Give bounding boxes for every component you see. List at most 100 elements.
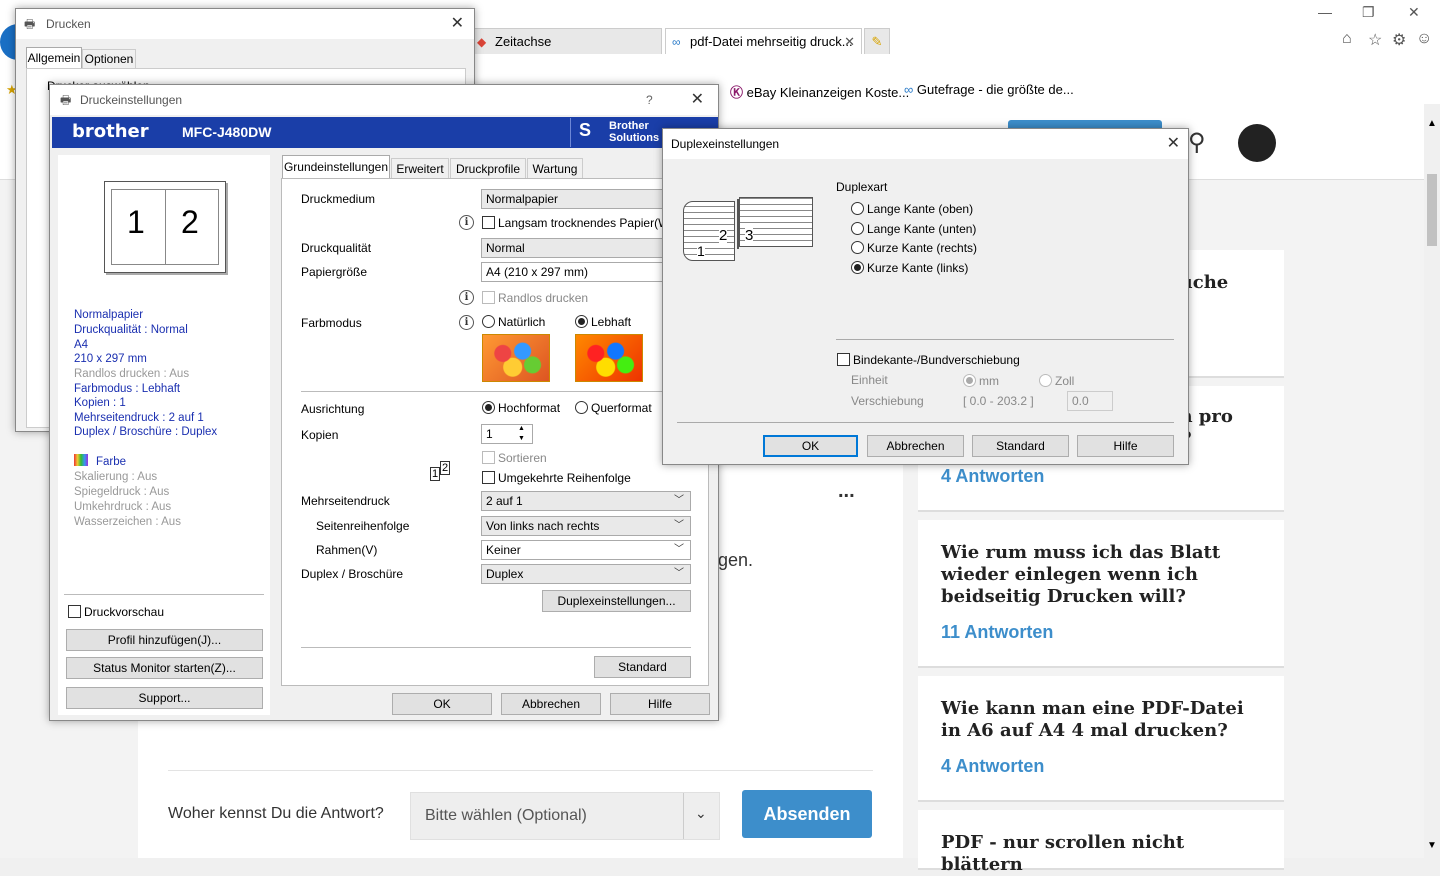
add-profile-button[interactable]: Profil hinzufügen(J)... — [66, 629, 263, 651]
cancel-button[interactable]: Abbrechen — [867, 435, 964, 457]
stepper-up-icon[interactable]: ▲ — [518, 425, 525, 432]
close-icon[interactable]: ✕ — [451, 9, 464, 39]
divider — [168, 770, 873, 771]
seitenreihenfolge-select[interactable]: Von links nach rechts ﹀ — [481, 516, 691, 536]
randlos-checkbox[interactable] — [482, 291, 495, 304]
mehrseitendruck-label: Mehrseitendruck — [301, 494, 390, 508]
druckvorschau-checkbox[interactable] — [68, 605, 81, 618]
help-button[interactable]: Hilfe — [610, 693, 710, 715]
druckmedium-label: Druckmedium — [301, 192, 376, 206]
druckqualitaet-select[interactable]: Normal — [481, 238, 691, 258]
querformat-radio[interactable] — [575, 401, 588, 414]
star-icon[interactable]: ☆ — [1368, 30, 1382, 50]
related-question-card[interactable]: PDF - nur scrollen nicht blättern — [918, 810, 1284, 875]
answer-count[interactable]: 4 Antworten — [941, 756, 1044, 777]
close-icon[interactable]: ✕ — [691, 85, 704, 115]
tab-allgemein[interactable]: Allgemein — [26, 47, 82, 69]
tab-close-icon[interactable]: ✕ — [844, 29, 855, 54]
brother-logo: brother — [72, 121, 149, 142]
lebhaft-label: Lebhaft — [591, 315, 632, 329]
answer-count[interactable]: 4 Antworten — [941, 466, 1044, 487]
home-icon[interactable]: ⌂ — [1342, 30, 1352, 48]
support-button[interactable]: Support... — [66, 687, 263, 709]
lange-kante-oben-radio[interactable] — [851, 202, 864, 215]
info-icon[interactable]: i — [459, 290, 474, 305]
verschiebung-label: Verschiebung — [851, 394, 924, 408]
sortieren-label: Sortieren — [498, 451, 547, 465]
related-question-card[interactable]: Wie kann man eine PDF-Datei in A6 auf A4… — [918, 676, 1284, 802]
search-icon[interactable]: ⚲ — [1188, 128, 1206, 157]
tab-pdf-datei[interactable]: ∞ pdf-Datei mehrseitig druck... ✕ — [665, 28, 862, 54]
summary-line: Mehrseitendruck : 2 auf 1 — [74, 412, 204, 424]
standard-button[interactable]: Standard — [594, 656, 691, 678]
status-monitor-button[interactable]: Status Monitor starten(Z)... — [66, 657, 263, 679]
einheit-label: Einheit — [851, 373, 888, 387]
bindekante-checkbox[interactable] — [837, 353, 850, 366]
help-button[interactable]: Hilfe — [1077, 435, 1174, 457]
related-question-card[interactable]: Wie rum muss ich das Blatt wieder einleg… — [918, 520, 1284, 668]
duplex-select[interactable]: Duplex ﹀ — [481, 564, 691, 584]
stepper-down-icon[interactable]: ▼ — [518, 435, 525, 442]
querformat-label: Querformat — [591, 401, 652, 415]
info-icon[interactable]: i — [459, 315, 474, 330]
langsam-checkbox[interactable] — [482, 216, 495, 229]
brother-banner: brother MFC-J480DW S Brother Solutions — [52, 117, 718, 148]
maximize-button[interactable]: ❐ — [1362, 4, 1375, 21]
duplex-settings-button[interactable]: Duplexeinstellungen... — [542, 590, 691, 612]
minimize-button[interactable]: — — [1318, 4, 1332, 20]
ok-button[interactable]: OK — [392, 693, 492, 715]
page-scrollbar[interactable]: ▲ ▼ — [1424, 104, 1440, 858]
smiley-icon[interactable]: ☺ — [1416, 30, 1432, 48]
kopien-stepper[interactable]: 1 — [481, 424, 533, 444]
standard-button[interactable]: Standard — [972, 435, 1069, 457]
tab-zeitachse[interactable]: ◆ Zeitachse — [470, 28, 662, 54]
scroll-down-icon[interactable]: ▼ — [1427, 840, 1437, 851]
duplexart-label: Duplexart — [836, 180, 888, 194]
tab-erweitert[interactable]: Erweitert — [391, 158, 449, 179]
tab-grundeinstellungen[interactable]: Grundeinstellungen — [282, 155, 390, 179]
hochformat-label: Hochformat — [498, 401, 561, 415]
mehrseitendruck-select[interactable]: 2 auf 1 ﹀ — [481, 491, 691, 511]
lebhaft-radio[interactable] — [575, 315, 588, 328]
druckmedium-select[interactable]: Normalpapier — [481, 189, 691, 209]
papiergroesse-label: Papiergröße — [301, 265, 368, 279]
mm-radio[interactable] — [963, 374, 976, 387]
close-window-button[interactable]: ✕ — [1408, 4, 1420, 21]
summary-line: Duplex / Broschüre : Duplex — [74, 426, 218, 438]
reverse-order-icon: 1 2 — [430, 461, 451, 481]
rahmen-select[interactable]: Keiner ﹀ — [481, 540, 691, 560]
more-options-button[interactable]: ... — [838, 480, 855, 503]
submit-button[interactable]: Absenden — [742, 790, 872, 838]
verschiebung-input[interactable]: 0.0 — [1067, 391, 1113, 411]
close-icon[interactable]: ✕ — [1167, 129, 1180, 159]
hochformat-radio[interactable] — [482, 401, 495, 414]
kurze-kante-links-radio[interactable] — [851, 261, 864, 274]
answer-count[interactable]: 11 Antworten — [941, 622, 1053, 643]
umgekehrt-checkbox[interactable] — [482, 471, 495, 484]
source-select[interactable]: Bitte wählen (Optional) ⌄ — [410, 792, 720, 840]
tab-optionen[interactable]: Optionen — [82, 49, 136, 69]
scroll-up-icon[interactable]: ▲ — [1427, 118, 1437, 129]
favorite-gutefrage[interactable]: ∞ Gutefrage - die größte de... — [904, 82, 1074, 97]
new-tab-button[interactable]: ✎ — [864, 28, 890, 54]
papiergroesse-select[interactable]: A4 (210 x 297 mm) — [481, 262, 691, 282]
avatar[interactable] — [1238, 124, 1276, 162]
sortieren-checkbox[interactable] — [482, 451, 495, 464]
ebay-icon: Ⓚ — [730, 85, 747, 100]
cancel-button[interactable]: Abbrechen — [501, 693, 601, 715]
scroll-thumb[interactable] — [1427, 174, 1437, 246]
ok-button[interactable]: OK — [763, 435, 858, 457]
info-icon[interactable]: i — [459, 215, 474, 230]
gear-icon[interactable]: ⚙ — [1392, 30, 1406, 50]
google-icon: ◆ — [477, 35, 487, 49]
natuerlich-radio[interactable] — [482, 315, 495, 328]
lange-kante-unten-radio[interactable] — [851, 222, 864, 235]
kurze-kante-rechts-radio[interactable] — [851, 241, 864, 254]
zoll-radio[interactable] — [1039, 374, 1052, 387]
tab-druckprofile[interactable]: Druckprofile — [450, 158, 526, 179]
duplex-label: Duplex / Broschüre — [301, 567, 404, 581]
summary-line: Farbe — [96, 456, 127, 468]
tab-wartung[interactable]: Wartung — [527, 158, 583, 179]
favorite-ebay[interactable]: Ⓚ eBay Kleinanzeigen Koste... — [730, 82, 909, 101]
help-question-button[interactable]: ? — [646, 85, 653, 115]
